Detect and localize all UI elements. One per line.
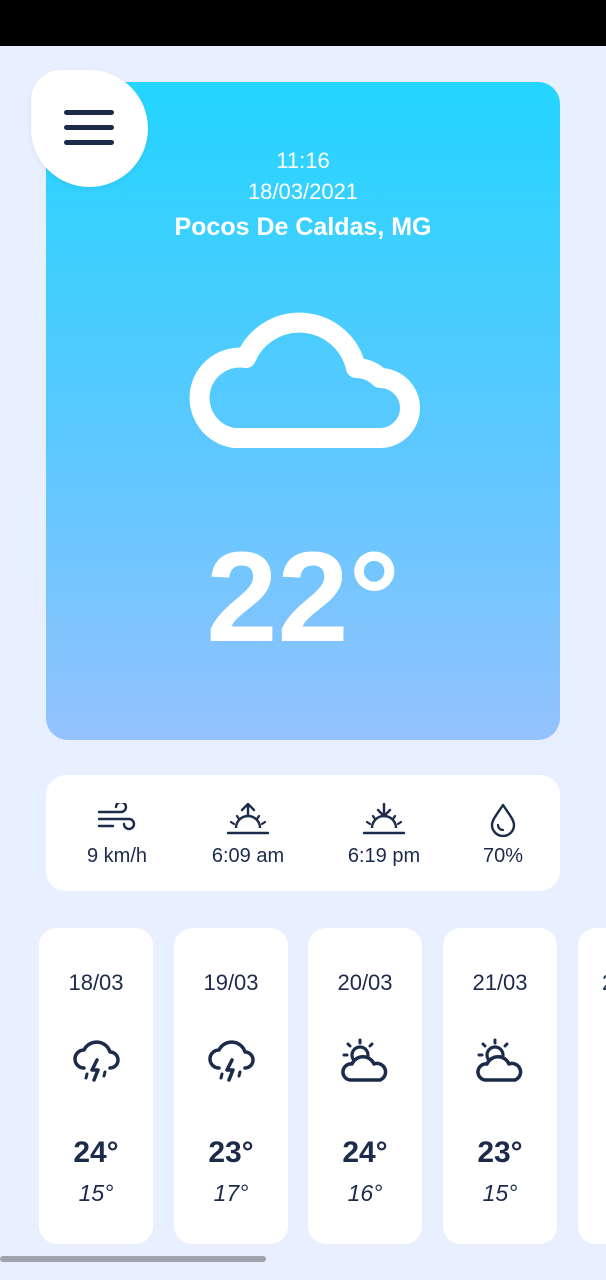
partly-cloudy-icon: [341, 1038, 388, 1082]
sunrise-info: 6:09 am: [183, 775, 313, 891]
thunderstorm-icon: [208, 1040, 255, 1082]
forecast-min: 15°: [482, 1180, 518, 1206]
forecast-date: 19/03: [203, 970, 259, 995]
current-date: 18/03/2021: [247, 179, 359, 204]
forecast-date: 18/03: [68, 970, 124, 995]
sunrise-time: 6:09 am: [211, 845, 285, 867]
city-name: Pocos De Caldas, MG: [174, 213, 432, 241]
horizontal-scrollbar[interactable]: [0, 1256, 266, 1262]
daily-forecast-list[interactable]: 18/03 24° 15° 19/03 23° 17° 20/03 24° 16…: [0, 928, 606, 1244]
forecast-date: 20/03: [337, 970, 393, 995]
thunderstorm-icon: [73, 1040, 120, 1082]
forecast-min: 17°: [213, 1180, 249, 1206]
sunset-info: 6:19 pm: [319, 775, 449, 891]
forecast-card[interactable]: 19/03 23° 17°: [174, 928, 288, 1244]
hamburger-menu-icon: [64, 110, 114, 145]
sunset-icon: [362, 803, 406, 835]
current-temperature: 22°: [206, 526, 400, 669]
forecast-min: 16°: [347, 1180, 383, 1206]
humidity-info: 70%: [438, 775, 568, 891]
wind-speed: 9 km/h: [86, 845, 148, 867]
wind-info: 9 km/h: [52, 775, 182, 891]
humidity-value: 70%: [482, 845, 524, 867]
menu-button[interactable]: [31, 70, 148, 187]
cloud-icon: [189, 312, 420, 448]
forecast-max: 23°: [477, 1136, 523, 1169]
forecast-min: 15°: [78, 1180, 114, 1206]
forecast-card[interactable]: 2: [578, 928, 606, 1244]
status-bar: [0, 0, 606, 46]
sunrise-icon: [226, 803, 270, 835]
partly-cloudy-icon: [476, 1038, 523, 1082]
forecast-card[interactable]: 20/03 24° 16°: [308, 928, 422, 1244]
forecast-card[interactable]: 18/03 24° 15°: [39, 928, 153, 1244]
forecast-max: 24°: [342, 1136, 388, 1169]
weather-details-card: 9 km/h 6:09 am 6:19 pm 70%: [46, 775, 560, 891]
wind-icon: [97, 803, 136, 831]
water-drop-icon: [490, 803, 516, 837]
forecast-max: 23°: [208, 1136, 254, 1169]
forecast-max: 24°: [73, 1136, 119, 1169]
current-weather-card: 11:16 18/03/2021 Pocos De Caldas, MG 22°: [46, 82, 560, 740]
forecast-card[interactable]: 21/03 23° 15°: [443, 928, 557, 1244]
forecast-date: 2: [578, 970, 606, 996]
sunset-time: 6:19 pm: [347, 845, 421, 867]
forecast-date: 21/03: [472, 970, 528, 995]
